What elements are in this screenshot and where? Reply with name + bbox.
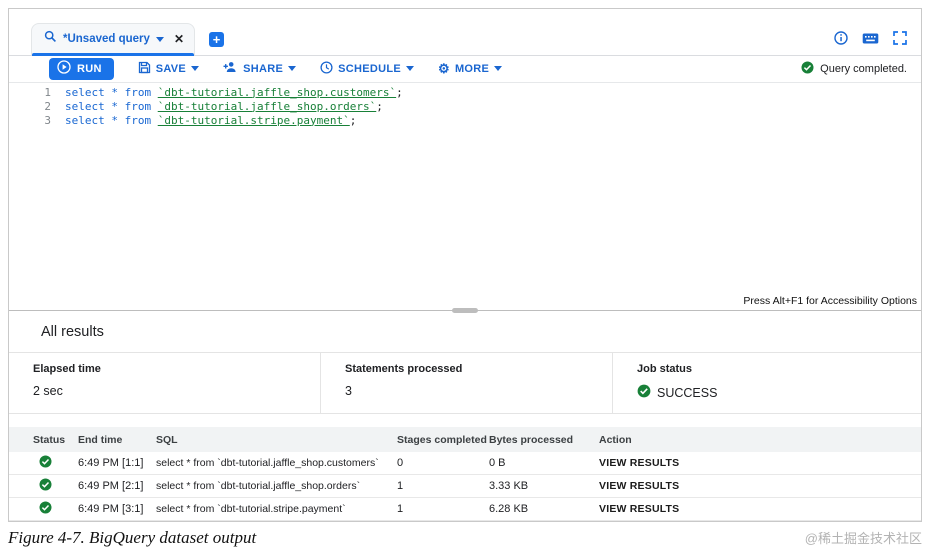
code-line: 1 select * from `dbt-tutorial.jaffle_sho…: [9, 86, 921, 100]
line-number: 1: [44, 85, 51, 99]
code-line: 2 select * from `dbt-tutorial.jaffle_sho…: [9, 100, 921, 114]
tab-chevron-down-icon[interactable]: [155, 36, 164, 42]
clock-icon: [320, 61, 333, 77]
query-status: Query completed.: [801, 61, 907, 77]
cell-end-time: 6:49 PM [2:1]: [78, 480, 144, 492]
table-header-row: Status End time SQL Stages completed Byt…: [9, 427, 921, 452]
tab-bar: *Unsaved query ✕ +: [9, 9, 921, 56]
code-line: 3 select * from `dbt-tutorial.stripe.pay…: [9, 114, 921, 128]
check-circle-icon: [801, 61, 814, 77]
info-icon[interactable]: [834, 31, 848, 45]
editor-results-divider: Press Alt+F1 for Accessibility Options: [9, 295, 921, 313]
cell-end-time: 6:49 PM [1:1]: [78, 457, 144, 469]
more-chevron-down-icon: [494, 66, 503, 72]
view-results-button[interactable]: VIEW RESULTS: [599, 480, 679, 492]
table-row: 6:49 PM [3:1] select * from `dbt-tutoria…: [9, 498, 921, 521]
stat-label: Job status: [637, 363, 693, 375]
cell-bytes: 3.33 KB: [489, 480, 529, 492]
cell-sql: select * from `dbt-tutorial.jaffle_shop.…: [156, 457, 379, 469]
gear-icon: ⚙: [438, 61, 450, 77]
cell-end-time: 6:49 PM [3:1]: [78, 503, 144, 515]
share-button[interactable]: SHARE: [223, 61, 297, 76]
cell-stages: 1: [397, 480, 404, 492]
query-magnifier-icon: [44, 30, 57, 48]
share-chevron-down-icon: [288, 66, 297, 72]
stat-value: 3: [345, 384, 352, 398]
line-number: 2: [44, 99, 51, 113]
tab-label: *Unsaved query: [63, 33, 150, 45]
accessibility-hint: Press Alt+F1 for Accessibility Options: [743, 295, 917, 307]
col-header-sql: SQL: [156, 433, 178, 446]
bigquery-console-window: *Unsaved query ✕ + RUN SAVE SHARE SCHEDU…: [8, 8, 922, 522]
tab-close-icon[interactable]: ✕: [174, 32, 184, 46]
cell-bytes: 0 B: [489, 457, 506, 469]
share-label: SHARE: [243, 62, 284, 75]
col-header-end-time: End time: [78, 433, 123, 446]
more-label: MORE: [454, 62, 490, 75]
results-table: Status End time SQL Stages completed Byt…: [9, 427, 921, 521]
save-icon: [138, 61, 151, 77]
cell-stages: 1: [397, 503, 404, 515]
code-text: select * from `dbt-tutorial.jaffle_shop.…: [65, 85, 403, 99]
stat-label: Elapsed time: [33, 363, 101, 375]
stat-value: SUCCESS: [637, 384, 921, 401]
table-reference-link[interactable]: `dbt-tutorial.jaffle_shop.orders`: [158, 100, 377, 113]
keyboard-icon[interactable]: [862, 32, 879, 45]
job-status-text: SUCCESS: [657, 385, 718, 400]
code-text: select * from `dbt-tutorial.stripe.payme…: [65, 113, 357, 127]
watermark-text: @稀土掘金技术社区: [804, 531, 922, 546]
stat-statements-processed: Statements processed 3: [320, 353, 612, 413]
tabbar-actions: [834, 31, 907, 55]
success-check-icon: [39, 455, 52, 471]
play-icon: [57, 60, 71, 77]
table-row: 6:49 PM [2:1] select * from `dbt-tutoria…: [9, 475, 921, 498]
schedule-label: SCHEDULE: [338, 62, 401, 75]
col-header-status: Status: [33, 433, 66, 446]
cell-sql: select * from `dbt-tutorial.stripe.payme…: [156, 503, 346, 515]
fullscreen-icon[interactable]: [893, 31, 907, 45]
job-stats-bar: Elapsed time 2 sec Statements processed …: [9, 352, 921, 414]
add-tab-button[interactable]: +: [209, 32, 224, 47]
cell-stages: 0: [397, 457, 404, 469]
table-reference-link[interactable]: `dbt-tutorial.jaffle_shop.customers`: [158, 86, 396, 99]
resize-drag-handle[interactable]: [452, 308, 478, 313]
view-results-button[interactable]: VIEW RESULTS: [599, 503, 679, 515]
save-chevron-down-icon: [191, 66, 200, 72]
stat-elapsed-time: Elapsed time 2 sec: [9, 353, 320, 413]
save-button[interactable]: SAVE: [138, 61, 200, 77]
success-check-icon: [637, 384, 651, 401]
query-toolbar: RUN SAVE SHARE SCHEDULE ⚙ MORE Query com…: [9, 56, 921, 83]
stat-label: Statements processed: [345, 363, 463, 375]
save-label: SAVE: [155, 62, 187, 75]
col-header-action: Action: [599, 433, 632, 446]
stat-job-status: Job status SUCCESS: [612, 353, 921, 413]
view-results-button[interactable]: VIEW RESULTS: [599, 457, 679, 469]
schedule-chevron-down-icon: [406, 66, 414, 72]
stat-value: 2 sec: [33, 384, 63, 398]
more-button[interactable]: ⚙ MORE: [438, 61, 503, 77]
col-header-stages: Stages completed: [397, 433, 487, 446]
col-header-bytes: Bytes processed: [489, 433, 574, 446]
cell-sql: select * from `dbt-tutorial.jaffle_shop.…: [156, 480, 361, 492]
person-add-icon: [223, 61, 238, 76]
figure-caption: Figure 4-7. BigQuery dataset output: [8, 528, 257, 547]
all-results-heading: All results: [41, 324, 104, 340]
row-status-icon-cell: [9, 478, 78, 494]
cell-bytes: 6.28 KB: [489, 503, 529, 515]
query-status-text: Query completed.: [820, 62, 907, 75]
run-label: RUN: [77, 62, 102, 75]
success-check-icon: [39, 501, 52, 517]
line-number: 3: [44, 113, 51, 127]
table-reference-link[interactable]: `dbt-tutorial.stripe.payment`: [158, 114, 350, 127]
figure-caption-row: Figure 4-7. BigQuery dataset output @稀土掘…: [8, 528, 922, 548]
table-row: 6:49 PM [1:1] select * from `dbt-tutoria…: [9, 452, 921, 475]
code-text: select * from `dbt-tutorial.jaffle_shop.…: [65, 99, 383, 113]
schedule-button[interactable]: SCHEDULE: [320, 61, 414, 77]
success-check-icon: [39, 478, 52, 494]
row-status-icon-cell: [9, 455, 78, 471]
run-button[interactable]: RUN: [49, 57, 114, 80]
row-status-icon-cell: [9, 501, 78, 517]
tab-unsaved-query[interactable]: *Unsaved query ✕: [31, 23, 195, 56]
sql-editor[interactable]: 1 select * from `dbt-tutorial.jaffle_sho…: [9, 82, 921, 297]
